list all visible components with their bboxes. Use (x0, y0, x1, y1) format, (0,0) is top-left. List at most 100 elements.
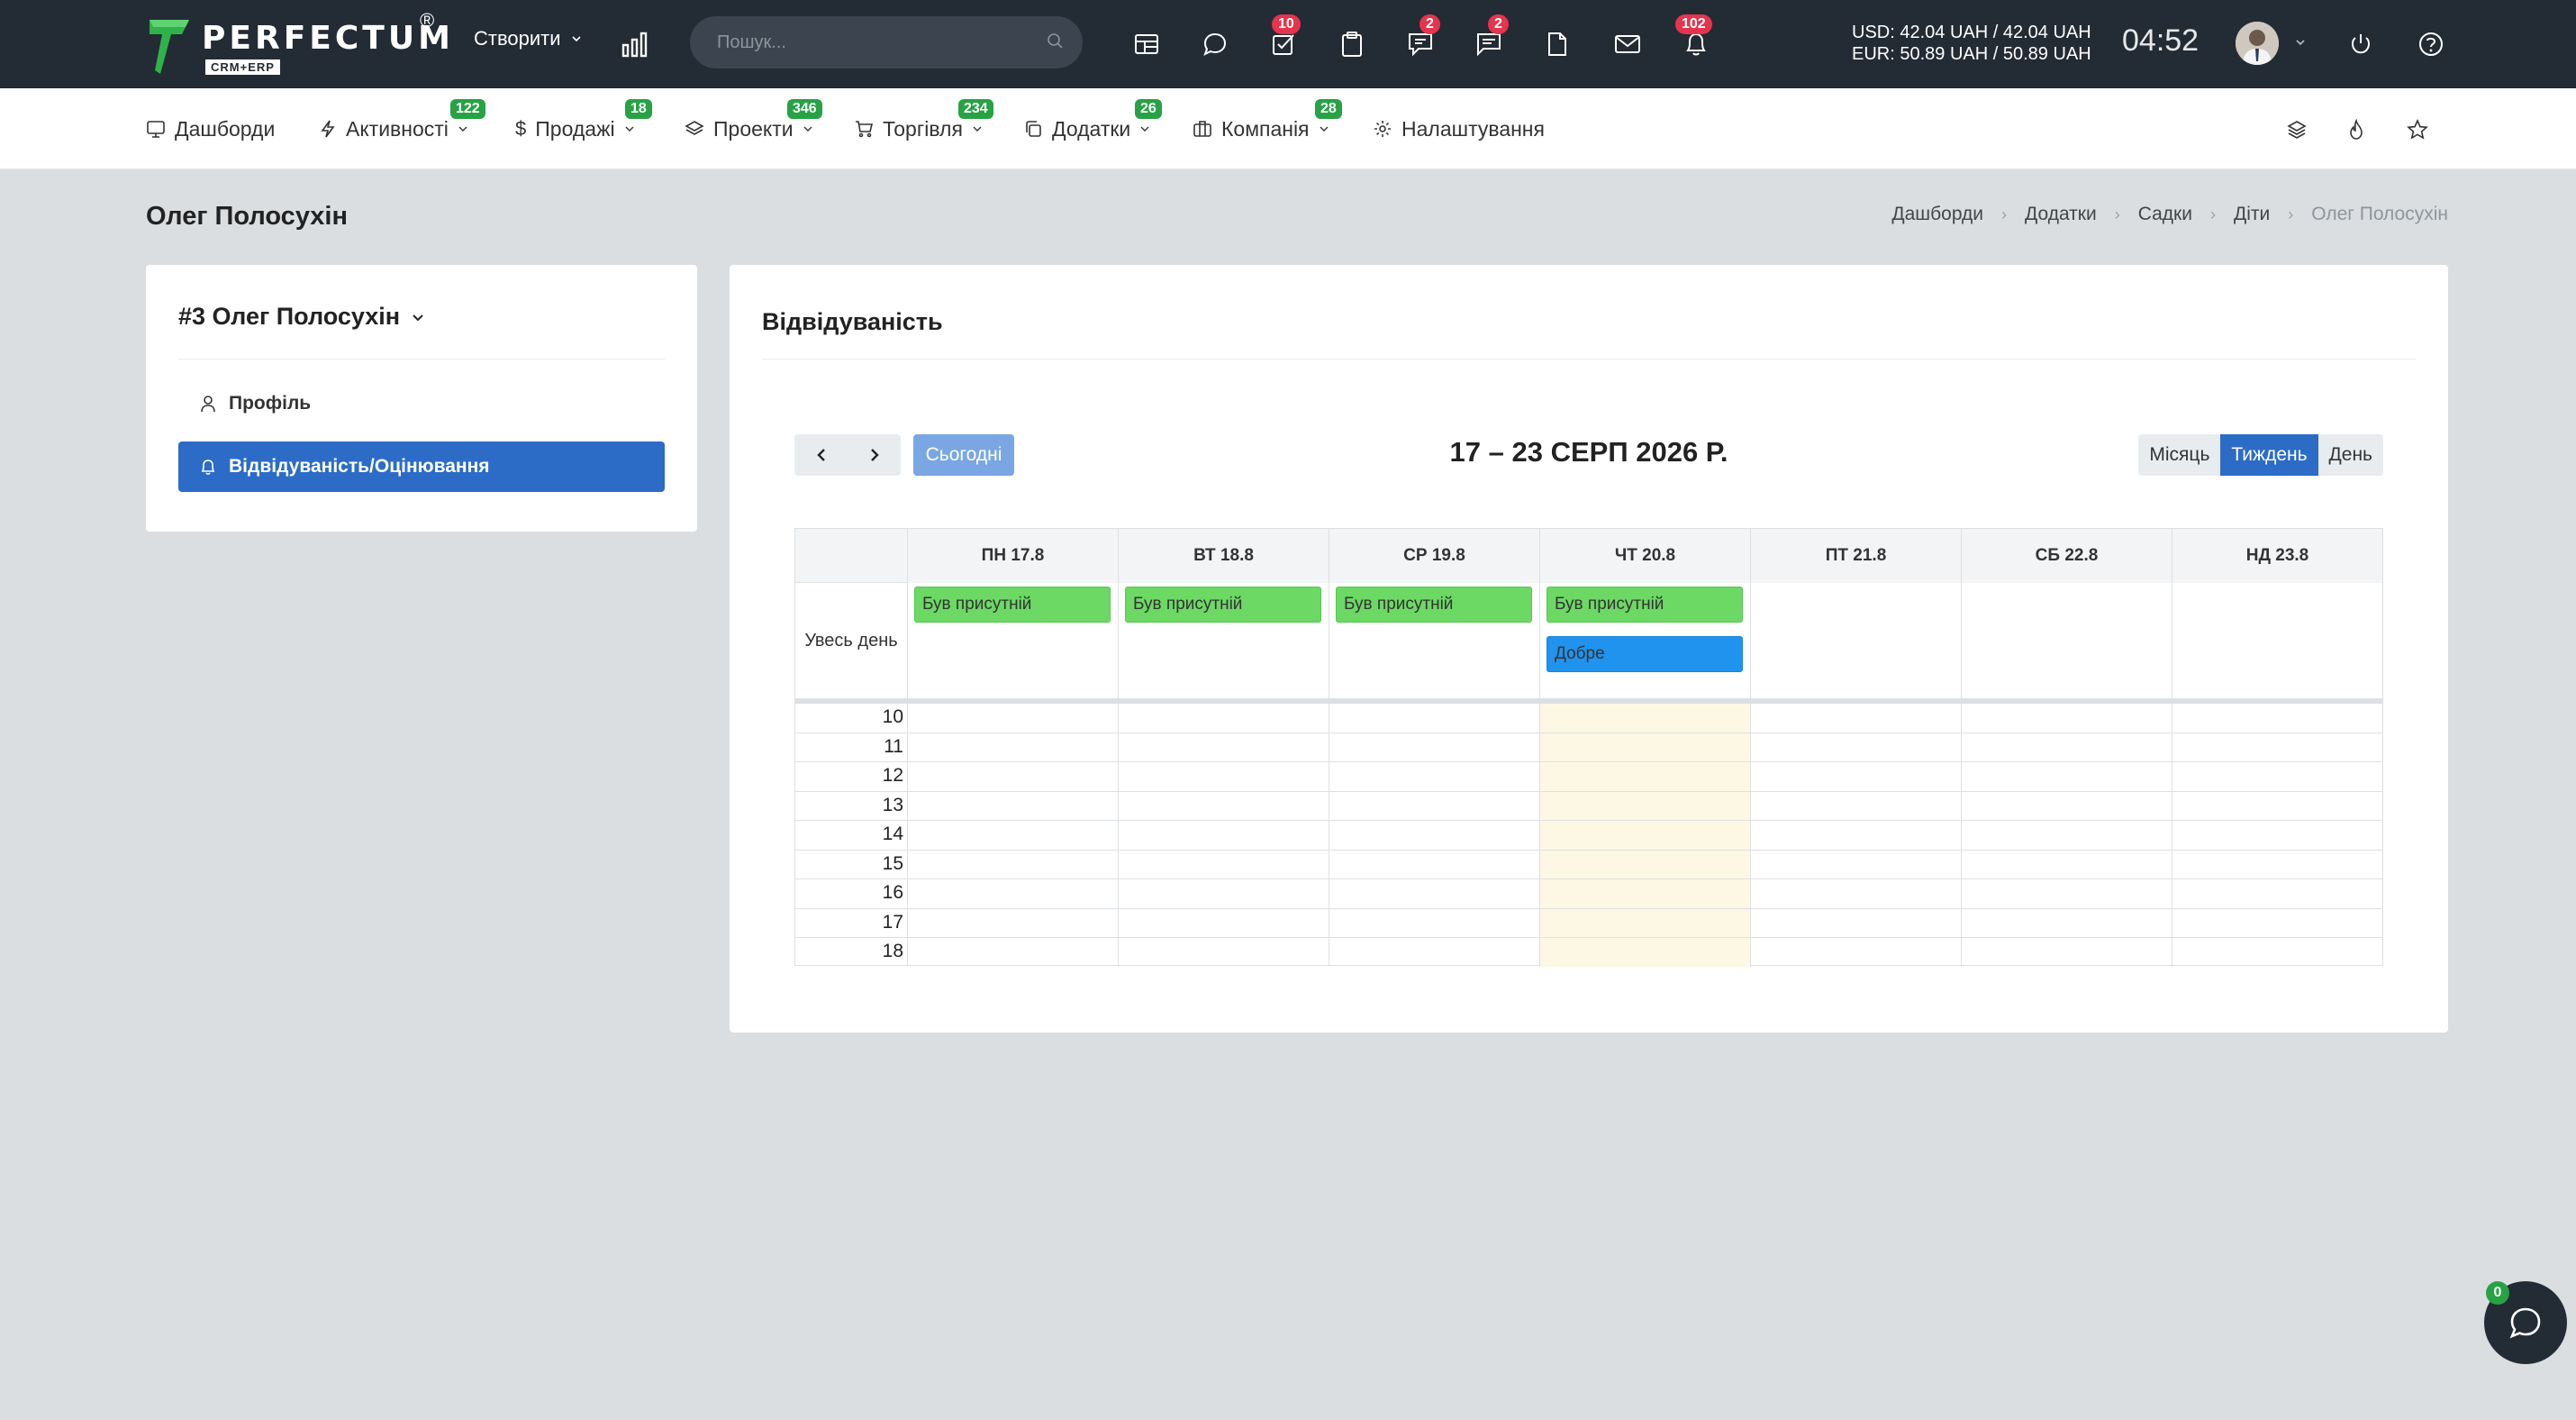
day-header[interactable]: ВТ 18.8 (1118, 529, 1329, 583)
day-header[interactable]: СР 19.8 (1329, 529, 1539, 583)
hour-row-line (795, 937, 2382, 938)
chevron-down-icon (803, 126, 812, 132)
brand-sub: CRM+ERP (205, 59, 280, 75)
breadcrumb-item[interactable]: Додатки (2025, 204, 2097, 225)
tasks-badge: 10 (1272, 14, 1301, 34)
create-label: Створити (474, 27, 561, 50)
favorites-button[interactable] (2401, 114, 2434, 146)
nav-addons[interactable]: Додатки 26 (1023, 88, 1162, 169)
hour-label: 12 (882, 765, 903, 786)
day-column-line (1118, 529, 1119, 967)
help-icon (2419, 32, 2443, 56)
week-calendar: Увесь день 10 11 12 13 14 15 16 17 18 ПН 17.8 ВТ 1… (794, 528, 2383, 967)
hour-row-line (795, 761, 2382, 762)
user-avatar-icon (2236, 22, 2279, 65)
view-day-button[interactable]: День (2317, 434, 2383, 476)
breadcrumb-item[interactable]: Садки (2138, 204, 2192, 225)
mail-button[interactable] (1607, 23, 1648, 65)
today-button[interactable]: Сьогодні (913, 434, 1014, 476)
chevron-down-icon (458, 126, 467, 132)
reports-button[interactable] (614, 23, 656, 65)
checkbox-icon (1273, 34, 1294, 55)
view-week-button[interactable]: Тиждень (2220, 434, 2318, 476)
nav-trade-label: Торгівля (883, 116, 963, 141)
currency-eur: EUR: 50.89 UAH / 50.89 UAH (1852, 44, 2091, 64)
page-title: Олег Полосухін (146, 202, 348, 231)
chevron-down-icon (413, 314, 423, 321)
nav-activities-label: Активності (346, 116, 449, 141)
currency-usd: USD: 42.04 UAH / 42.04 UAH (1852, 23, 2091, 42)
sidebar-item-profile[interactable]: Профіль (200, 393, 311, 414)
hour-label: 18 (882, 941, 903, 961)
nav-sales[interactable]: $ Продажі 18 (515, 88, 652, 169)
sidebar-item-label: Профіль (229, 393, 312, 414)
attendance-event[interactable]: Був присутній (1125, 587, 1321, 623)
divider (762, 359, 2416, 360)
attendance-event[interactable]: Був присутній (914, 587, 1111, 623)
chat-button[interactable] (1194, 23, 1236, 65)
day-column-line (1539, 529, 1540, 967)
search-icon[interactable] (1047, 32, 1065, 50)
day-header[interactable]: ПТ 21.8 (1750, 529, 1961, 583)
breadcrumb: Дашборди › Додатки › Садки › Діти › Олег… (1891, 204, 2448, 225)
monitor-icon (147, 121, 165, 138)
search-box[interactable] (690, 16, 1083, 68)
tasks-button[interactable]: 10 (1263, 14, 1304, 65)
comments-icon (1477, 33, 1501, 57)
clipboard-button[interactable] (1331, 23, 1373, 65)
hour-label: 11 (884, 735, 903, 757)
child-selector[interactable]: #3 Олег Полосухін (178, 303, 425, 331)
cart-icon (856, 121, 874, 138)
copy-icon (1026, 121, 1041, 137)
prev-week-button[interactable] (794, 434, 848, 476)
mail-icon (1615, 35, 1640, 53)
child-title: #3 Олег Полосухін (178, 303, 401, 330)
attendance-event[interactable]: Добре (1547, 636, 1743, 672)
hot-button[interactable] (2340, 114, 2372, 146)
breadcrumb-item[interactable]: Дашборди (1891, 204, 1983, 225)
nav-activities[interactable]: Активності 122 (319, 88, 485, 169)
nav-projects[interactable]: Проекти 346 (685, 88, 822, 169)
breadcrumb-item[interactable]: Діти (2234, 204, 2270, 225)
star-icon (2407, 119, 2428, 140)
chevron-down-icon[interactable] (2294, 36, 2307, 49)
layers-icon (685, 121, 704, 135)
view-month-button[interactable]: Місяць (2138, 434, 2221, 476)
day-header[interactable]: ЧТ 20.8 (1539, 529, 1750, 583)
day-header[interactable]: ПН 17.8 (907, 529, 1118, 583)
day-header[interactable]: СБ 22.8 (1961, 529, 2172, 583)
attendance-event[interactable]: Був присутній (1336, 587, 1532, 623)
messages-button[interactable]: 2 (1400, 14, 1441, 65)
search-input[interactable] (717, 16, 1041, 68)
documents-button[interactable] (1537, 23, 1578, 65)
comments-button[interactable]: 2 (1468, 14, 1510, 65)
attendance-event[interactable]: Був присутній (1547, 587, 1743, 623)
notifications-button[interactable]: 102 (1675, 14, 1717, 65)
chevron-down-icon (1320, 126, 1329, 132)
message-icon (1409, 33, 1432, 57)
next-week-button[interactable] (848, 434, 901, 476)
nav-trade[interactable]: Торгівля 234 (854, 88, 993, 169)
calendar-table-button[interactable] (1126, 23, 1167, 65)
layers-button[interactable] (2281, 114, 2313, 146)
nav-company[interactable]: Компанія 28 (1193, 88, 1342, 169)
gear-icon (1374, 121, 1391, 137)
hour-row-line (795, 849, 2382, 851)
sidebar-item-attendance[interactable]: Відвідуваність/Оцінювання (178, 441, 665, 492)
chevron-down-icon (571, 36, 581, 42)
day-header[interactable]: НД 23.8 (2172, 529, 2382, 583)
day-column-line (1961, 529, 1962, 967)
child-sidebar: #3 Олег Полосухін Профіль Відвідуваність… (146, 265, 697, 532)
chevron-right-icon: › (2114, 205, 2120, 223)
chat-widget-button[interactable]: 0 (2484, 1281, 2567, 1364)
nav-dashboards[interactable]: Дашборди (146, 88, 275, 169)
avatar[interactable] (2236, 22, 2279, 65)
logout-button[interactable] (2340, 23, 2381, 65)
nav-projects-label: Проекти (713, 116, 794, 141)
create-menu[interactable]: Створити (474, 27, 583, 50)
help-button[interactable] (2410, 23, 2452, 65)
dollar-icon: $ (515, 117, 527, 140)
nav-settings[interactable]: Налаштування (1373, 88, 1545, 169)
logo[interactable]: PERFECTUM ® CRM+ERP (146, 9, 450, 77)
chat-bubble-icon (1203, 32, 1227, 57)
